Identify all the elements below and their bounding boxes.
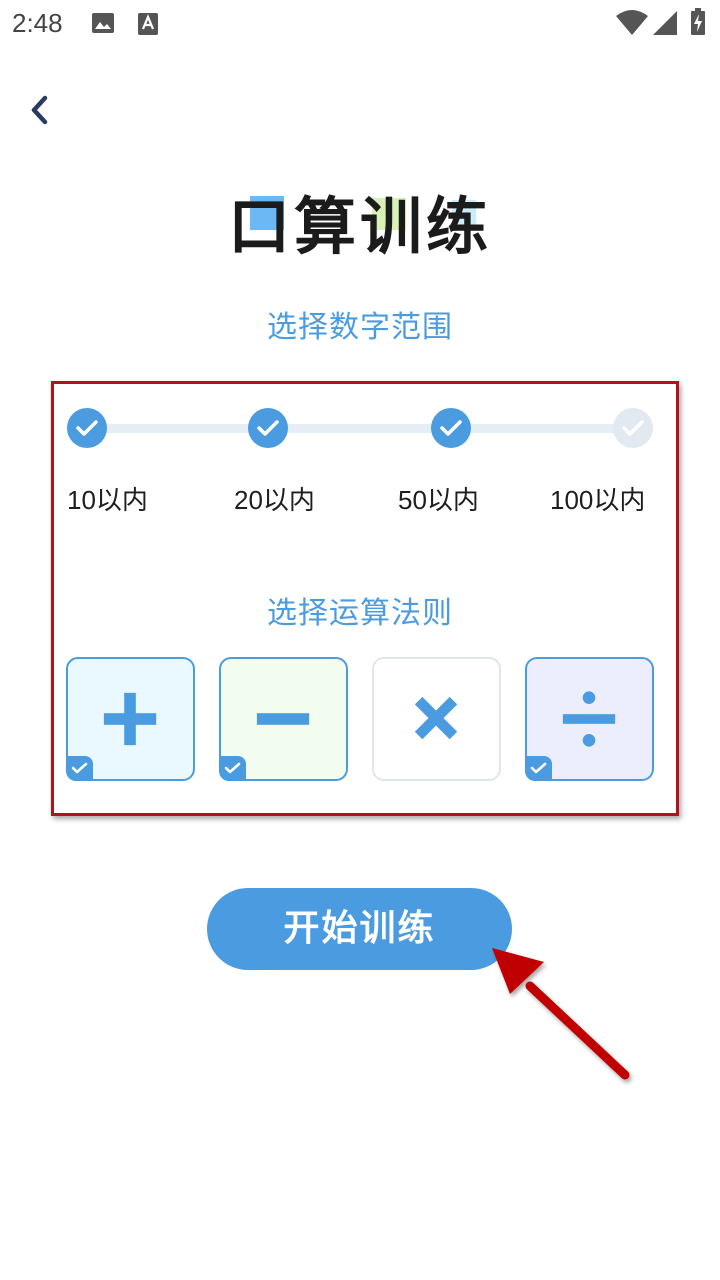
page-title: 口算训练: [0, 176, 720, 266]
battery-charging-icon: [690, 8, 706, 40]
start-training-button[interactable]: 开始训练: [207, 888, 512, 970]
status-bar: 2:48: [0, 0, 720, 50]
image-notification-icon: [91, 12, 115, 38]
page-title-text: 口算训练: [227, 190, 492, 263]
app-notification-icon: [137, 12, 159, 40]
status-time: 2:48: [12, 8, 63, 38]
signal-icon: [652, 10, 678, 40]
chevron-left-icon: [22, 95, 62, 134]
highlight-box: [51, 381, 679, 816]
wifi-icon: [616, 10, 648, 40]
annotation-arrow-icon: [492, 948, 630, 1080]
range-heading: 选择数字范围: [267, 310, 453, 345]
back-button[interactable]: [22, 90, 62, 130]
